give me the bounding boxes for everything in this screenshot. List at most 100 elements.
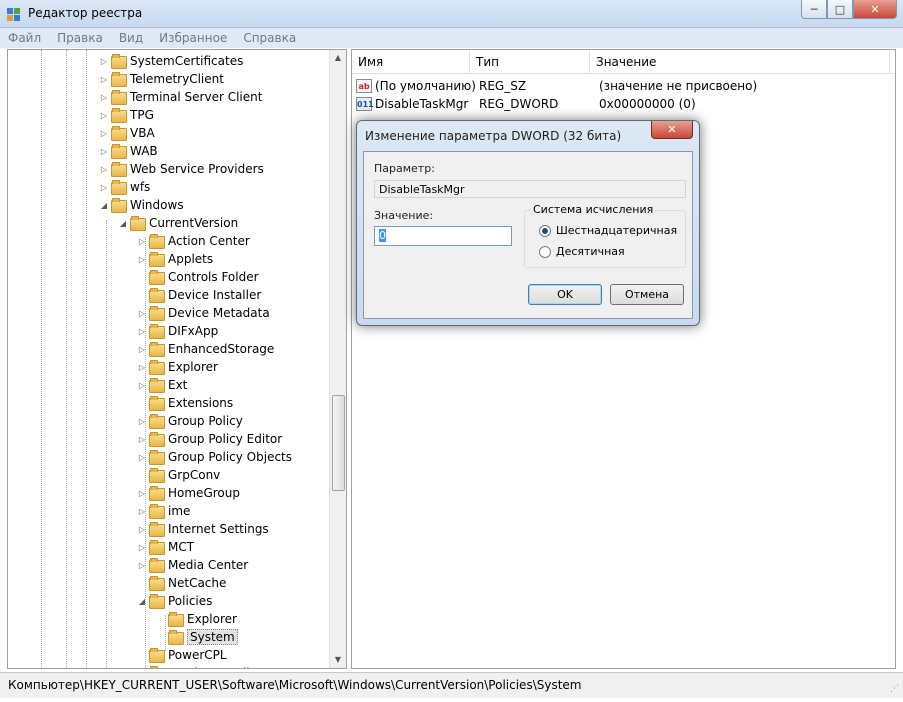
expand-toggle-icon[interactable]: ▷	[98, 111, 110, 120]
expand-toggle-icon[interactable]: ▷	[98, 93, 110, 102]
expand-toggle-icon[interactable]: ▷	[98, 57, 110, 66]
tree-item[interactable]: Controls Folder	[136, 268, 259, 286]
tree-item[interactable]: NetCache	[136, 574, 226, 592]
menu-help[interactable]: Справка	[243, 31, 296, 45]
expand-toggle-icon[interactable]: ▷	[136, 507, 148, 516]
list-item[interactable]: 011 DisableTaskMgr REG_DWORD 0x00000000 …	[356, 95, 696, 113]
radio-hex[interactable]: Шестнадцатеричная	[539, 224, 677, 237]
radio-dec[interactable]: Десятичная	[539, 245, 625, 258]
tree-item[interactable]: ▷ ime	[136, 502, 190, 520]
tree-item[interactable]: ▷ Action Center	[136, 232, 250, 250]
expand-toggle-icon[interactable]: ▷	[136, 435, 148, 444]
expand-toggle-icon[interactable]: ▷	[98, 183, 110, 192]
value-input[interactable]: 0	[374, 226, 512, 246]
folder-icon	[148, 324, 165, 339]
expand-toggle-icon[interactable]: ◢	[117, 219, 129, 228]
expand-toggle-icon[interactable]: ▷	[136, 561, 148, 570]
folder-icon	[110, 180, 127, 195]
tree-item[interactable]: ▷ Internet Settings	[136, 520, 269, 538]
tree-item[interactable]: Device Installer	[136, 286, 261, 304]
tree-item[interactable]: Extensions	[136, 394, 233, 412]
tree-item[interactable]: ▷ TelemetryClient	[98, 70, 224, 88]
maximize-button[interactable]: □	[827, 0, 853, 19]
tree-item-label: Action Center	[168, 234, 250, 248]
column-value[interactable]: Значение	[590, 50, 890, 74]
expand-toggle-icon[interactable]: ▷	[136, 525, 148, 534]
expand-toggle-icon[interactable]: ◢	[136, 597, 148, 606]
tree-item-label: TPG	[130, 108, 154, 122]
tree-scrollbar[interactable]: ▲ ▼	[329, 50, 346, 668]
expand-toggle-icon[interactable]: ▷	[136, 381, 148, 390]
expand-toggle-icon[interactable]: ▷	[136, 417, 148, 426]
expand-toggle-icon[interactable]: ▷	[136, 345, 148, 354]
tree-item[interactable]: ◢ Policies	[136, 592, 212, 610]
folder-icon	[148, 252, 165, 267]
expand-toggle-icon[interactable]: ▷	[136, 453, 148, 462]
tree-item[interactable]: ▷ Media Center	[136, 556, 248, 574]
expand-toggle-icon[interactable]: ▷	[136, 237, 148, 246]
tree-item[interactable]: ▷ Device Metadata	[136, 304, 270, 322]
param-name-field[interactable]: DisableTaskMgr	[374, 180, 686, 198]
expand-toggle-icon[interactable]: ▷	[98, 75, 110, 84]
folder-icon	[148, 396, 165, 411]
scroll-down-icon[interactable]: ▼	[330, 652, 346, 668]
tree-item[interactable]: ▷ Group Policy Editor	[136, 430, 282, 448]
expand-toggle-icon[interactable]: ▷	[136, 489, 148, 498]
menu-view[interactable]: Вид	[119, 31, 143, 45]
radio-hex-dot[interactable]	[539, 224, 551, 237]
tree-item[interactable]: Explorer	[155, 610, 237, 628]
tree-item[interactable]: ▷ Group Policy Objects	[136, 448, 292, 466]
tree-item[interactable]: ▷ WAB	[98, 142, 158, 160]
tree-item[interactable]: ▷ Group Policy	[136, 412, 243, 430]
dialog-close-button[interactable]: ✕	[651, 121, 693, 139]
column-name[interactable]: Имя	[352, 50, 470, 74]
expand-toggle-icon[interactable]: ▷	[136, 327, 148, 336]
close-button[interactable]: ✕	[853, 0, 897, 19]
scroll-thumb[interactable]	[332, 395, 345, 491]
tree-item[interactable]: ▷ Terminal Server Client	[98, 88, 262, 106]
list-item[interactable]: ab (По умолчанию) REG_SZ (значение не пр…	[356, 77, 757, 95]
tree-item[interactable]: PreviewHandlers	[136, 664, 268, 668]
radio-dec-dot[interactable]	[539, 245, 551, 258]
expand-toggle-icon[interactable]: ▷	[98, 129, 110, 138]
expand-toggle-icon[interactable]: ▷	[136, 309, 148, 318]
column-type[interactable]: Тип	[470, 50, 590, 74]
menu-favorites[interactable]: Избранное	[159, 31, 227, 45]
menu-file[interactable]: Файл	[8, 31, 41, 45]
expand-toggle-icon[interactable]: ▷	[136, 363, 148, 372]
tree-item[interactable]: ▷ HomeGroup	[136, 484, 240, 502]
expand-toggle-icon[interactable]: ▷	[136, 543, 148, 552]
expand-toggle-icon[interactable]: ▷	[98, 165, 110, 174]
ok-button[interactable]: OK	[528, 284, 602, 305]
folder-icon	[110, 144, 127, 159]
tree-item[interactable]: ◢ CurrentVersion	[117, 214, 238, 232]
tree-item[interactable]: ▷ Explorer	[136, 358, 218, 376]
cancel-button[interactable]: Отмена	[610, 284, 684, 305]
tree-item[interactable]: GrpConv	[136, 466, 220, 484]
tree-item[interactable]: ▷ Web Service Providers	[98, 160, 264, 178]
menu-edit[interactable]: Правка	[57, 31, 103, 45]
tree-item[interactable]: ◢ Windows	[98, 196, 184, 214]
tree-item[interactable]: System	[155, 628, 238, 646]
tree-item[interactable]: ▷ DIFxApp	[136, 322, 218, 340]
minimize-button[interactable]: ─	[801, 0, 827, 19]
scroll-up-icon[interactable]: ▲	[330, 50, 346, 66]
tree-item[interactable]: ▷ VBA	[98, 124, 155, 142]
tree-item[interactable]: ▷ Applets	[136, 250, 213, 268]
tree-item[interactable]: ▷ EnhancedStorage	[136, 340, 274, 358]
expand-toggle-icon[interactable]: ▷	[136, 255, 148, 264]
edit-dword-dialog: Изменение параметра DWORD (32 бита) ✕ Па…	[356, 120, 700, 326]
tree-item[interactable]: ▷ wfs	[98, 178, 150, 196]
tree-item-label: Internet Settings	[168, 522, 269, 536]
tree-item-label: VBA	[130, 126, 155, 140]
resize-grip-icon[interactable]: ⋰	[890, 684, 899, 694]
tree-item[interactable]: ▷ MCT	[136, 538, 194, 556]
expand-toggle-icon[interactable]: ▷	[98, 147, 110, 156]
tree-item[interactable]: ▷ SystemCertificates	[98, 52, 243, 70]
registry-tree[interactable]: ▲ ▼ ▷ SystemCertificates ▷ TelemetryClient ▷…	[7, 49, 347, 669]
tree-item-label: Group Policy Editor	[168, 432, 283, 446]
tree-item[interactable]: PowerCPL	[136, 646, 227, 664]
expand-toggle-icon[interactable]: ◢	[98, 201, 110, 210]
tree-item[interactable]: ▷ TPG	[98, 106, 154, 124]
tree-item[interactable]: ▷ Ext	[136, 376, 187, 394]
